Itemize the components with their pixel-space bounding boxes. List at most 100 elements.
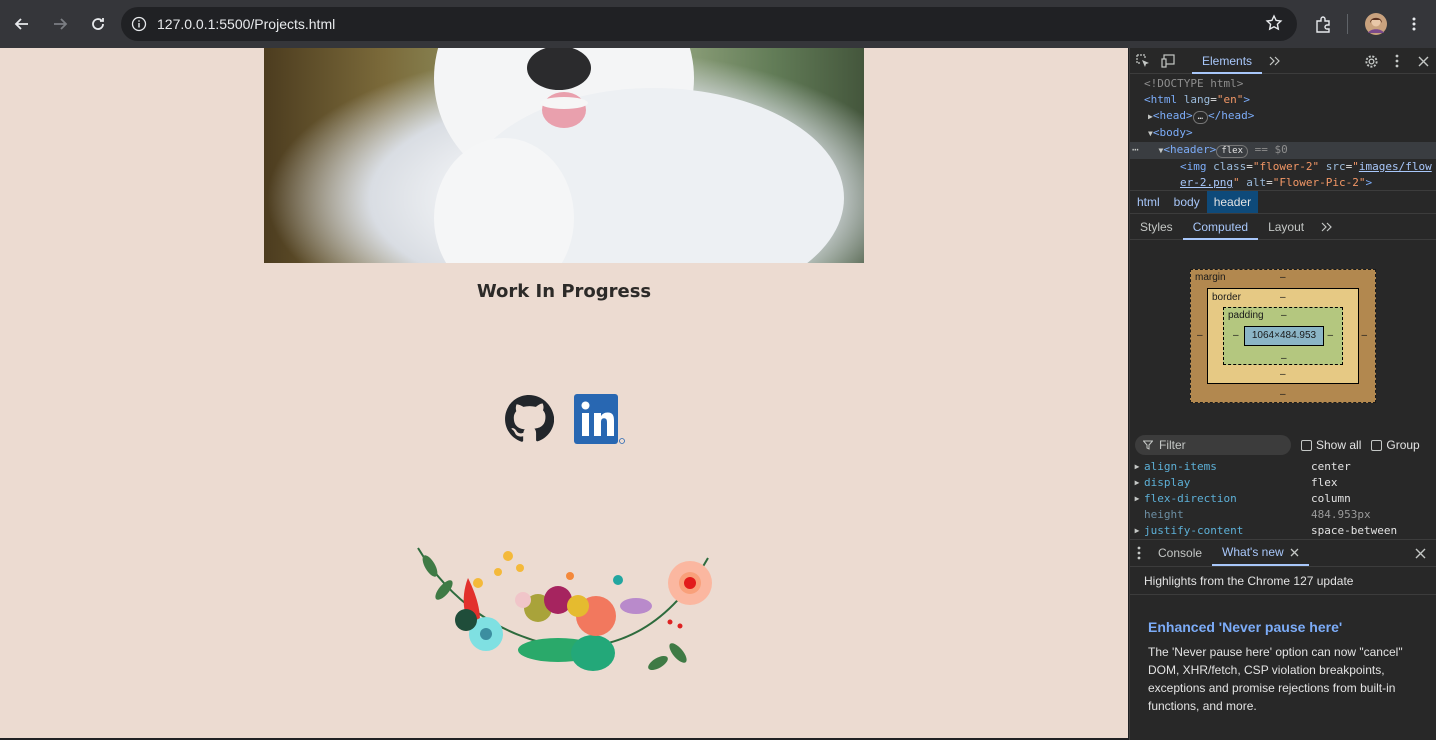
site-info-icon[interactable] bbox=[129, 14, 149, 34]
forward-arrow-icon bbox=[54, 18, 68, 30]
toolbar-divider bbox=[1347, 14, 1348, 34]
filter-funnel-icon bbox=[1143, 440, 1153, 450]
breadcrumb-body[interactable]: body bbox=[1167, 191, 1207, 213]
margin-right-value[interactable]: – bbox=[1361, 330, 1367, 341]
dom-body[interactable]: ▼<body> bbox=[1130, 125, 1436, 142]
bookmark-star-icon[interactable] bbox=[1265, 14, 1283, 37]
img-src-attr: src bbox=[1325, 160, 1346, 173]
show-all-checkbox[interactable]: Show all bbox=[1301, 438, 1361, 452]
devtools-menu-icon[interactable] bbox=[1384, 48, 1410, 74]
border-top-value[interactable]: – bbox=[1280, 292, 1286, 303]
img-class-value: "flower-2" bbox=[1252, 160, 1320, 173]
padding-label: padding bbox=[1228, 310, 1264, 321]
settings-gear-icon[interactable] bbox=[1358, 48, 1384, 74]
border-bottom-value[interactable]: – bbox=[1280, 369, 1286, 380]
close-drawer-icon[interactable] bbox=[1407, 540, 1433, 566]
dom-header-selected[interactable]: ⋯ ▼<header> flex == $0 bbox=[1130, 142, 1436, 159]
extensions-icon[interactable] bbox=[1305, 6, 1341, 42]
computed-filter-input[interactable]: Filter bbox=[1135, 435, 1291, 455]
browser-toolbar: 127.0.0.1:5500/Projects.html bbox=[0, 0, 1436, 48]
close-devtools-icon[interactable] bbox=[1410, 48, 1436, 74]
img-src-link-part2[interactable]: er-2.png bbox=[1180, 176, 1233, 189]
collapsed-ellipsis[interactable]: … bbox=[1192, 111, 1208, 124]
padding-top-value[interactable]: – bbox=[1281, 310, 1287, 321]
box-model-padding: padding – – – – 1064×484.953 bbox=[1223, 307, 1343, 365]
margin-left-value[interactable]: – bbox=[1197, 330, 1203, 341]
back-arrow-icon bbox=[14, 18, 28, 30]
selected-node-marker: == $0 bbox=[1254, 143, 1288, 156]
margin-bottom-value[interactable]: – bbox=[1280, 389, 1286, 400]
computed-property-row[interactable]: ▶ justify-content space-between bbox=[1130, 522, 1436, 538]
tab-console[interactable]: Console bbox=[1148, 540, 1212, 566]
breadcrumb: html body header bbox=[1130, 190, 1436, 214]
html-attr-name: lang bbox=[1183, 93, 1211, 106]
box-model-content-size[interactable]: 1064×484.953 bbox=[1244, 326, 1324, 346]
drawer-tabbar: Console What's new bbox=[1130, 539, 1436, 567]
profile-avatar[interactable] bbox=[1358, 6, 1394, 42]
img-alt-value: "Flower-Pic-2" bbox=[1272, 176, 1366, 189]
group-checkbox[interactable]: Group bbox=[1371, 438, 1420, 452]
linkedin-icon[interactable] bbox=[574, 394, 626, 446]
forward-button[interactable] bbox=[42, 6, 78, 42]
img-src-link-part1[interactable]: images/flow bbox=[1359, 160, 1432, 173]
drawer-menu-icon[interactable] bbox=[1130, 540, 1148, 566]
dom-tree: <!DOCTYPE html> <html lang="en"> ▶<head>… bbox=[1130, 74, 1436, 191]
body-tag: <body> bbox=[1152, 126, 1193, 139]
github-icon[interactable] bbox=[504, 394, 555, 444]
group-label: Group bbox=[1386, 438, 1420, 452]
news-item-title[interactable]: Enhanced 'Never pause here' bbox=[1148, 619, 1419, 635]
html-attr-value: "en" bbox=[1216, 93, 1244, 106]
whats-new-panel: Highlights from the Chrome 127 update En… bbox=[1130, 567, 1436, 740]
more-subtabs-chevron-icon[interactable] bbox=[1314, 214, 1340, 240]
device-toolbar-icon[interactable] bbox=[1156, 48, 1182, 74]
close-tab-icon[interactable] bbox=[1290, 548, 1299, 557]
tab-computed[interactable]: Computed bbox=[1182, 214, 1259, 240]
more-tabs-chevron-icon[interactable] bbox=[1262, 48, 1288, 74]
box-model-margin: margin – – – – border – – padding – – – … bbox=[1190, 269, 1376, 403]
property-name: height bbox=[1144, 507, 1184, 521]
border-label: border bbox=[1212, 292, 1241, 303]
tab-whats-new[interactable]: What's new bbox=[1212, 540, 1309, 566]
padding-bottom-value[interactable]: – bbox=[1281, 353, 1287, 364]
padding-left-value[interactable]: – bbox=[1233, 330, 1239, 341]
dom-doctype[interactable]: <!DOCTYPE html> bbox=[1130, 76, 1436, 92]
computed-property-row[interactable]: height 484.953px bbox=[1130, 506, 1436, 522]
dom-head[interactable]: ▶<head>… </head> bbox=[1130, 108, 1436, 125]
work-in-progress-heading: Work In Progress bbox=[476, 281, 652, 302]
reload-button[interactable] bbox=[80, 6, 116, 42]
dom-html[interactable]: <html lang="en"> bbox=[1130, 92, 1436, 108]
computed-property-row[interactable]: ▶ align-items center bbox=[1130, 458, 1436, 474]
margin-label: margin bbox=[1195, 272, 1226, 283]
alpaca-image bbox=[434, 48, 844, 263]
page-viewport: Work In Progress bbox=[0, 48, 1128, 738]
computed-property-row[interactable]: ▶ flex-direction column bbox=[1130, 490, 1436, 506]
breadcrumb-html[interactable]: html bbox=[1130, 191, 1167, 213]
tab-styles[interactable]: Styles bbox=[1130, 214, 1183, 240]
back-button[interactable] bbox=[4, 6, 40, 42]
whats-new-label: What's new bbox=[1222, 545, 1284, 559]
address-bar[interactable]: 127.0.0.1:5500/Projects.html bbox=[121, 7, 1297, 41]
computed-filter-row: Filter Show all Group bbox=[1130, 432, 1436, 458]
reload-icon bbox=[92, 18, 104, 30]
property-name: justify-content bbox=[1144, 523, 1244, 537]
url-text: 127.0.0.1:5500/Projects.html bbox=[157, 16, 336, 32]
alpaca-photo bbox=[264, 48, 864, 263]
devtools-tabbar: Elements bbox=[1130, 48, 1436, 74]
property-name: align-items bbox=[1144, 459, 1217, 473]
property-value: 484.953px bbox=[1311, 507, 1371, 521]
computed-property-row[interactable]: ▶ display flex bbox=[1130, 474, 1436, 490]
padding-right-value[interactable]: – bbox=[1327, 330, 1333, 341]
show-all-label: Show all bbox=[1316, 438, 1362, 452]
tab-elements[interactable]: Elements bbox=[1192, 48, 1263, 74]
box-model-border: border – – padding – – – – 1064×484.953 bbox=[1207, 288, 1359, 384]
inspect-element-icon[interactable] bbox=[1130, 48, 1156, 74]
dom-img[interactable]: <img class="flower-2" src="images/flow er… bbox=[1130, 159, 1436, 191]
filter-placeholder: Filter bbox=[1159, 438, 1186, 452]
flex-badge[interactable]: flex bbox=[1216, 145, 1248, 158]
tab-layout[interactable]: Layout bbox=[1258, 214, 1314, 240]
head-tag-open: <head> bbox=[1152, 109, 1193, 122]
highlights-heading: Highlights from the Chrome 127 update bbox=[1130, 567, 1436, 595]
breadcrumb-header[interactable]: header bbox=[1206, 191, 1259, 213]
margin-top-value[interactable]: – bbox=[1280, 272, 1286, 283]
browser-menu-icon[interactable] bbox=[1396, 6, 1432, 42]
